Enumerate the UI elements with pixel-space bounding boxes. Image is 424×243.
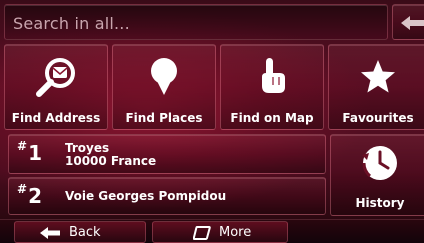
history-hash: # — [17, 182, 28, 196]
more-button[interactable]: More — [152, 221, 288, 243]
favourites-button[interactable]: Favourites — [328, 44, 424, 130]
history-button[interactable]: History — [330, 134, 424, 216]
backspace-arrow-icon — [401, 16, 424, 30]
history-hash: # — [17, 139, 28, 153]
find-on-map-button[interactable]: Find on Map — [220, 44, 324, 130]
history-number: 1 — [28, 141, 42, 165]
history-item-line2: 10000 France — [65, 154, 157, 168]
bottom-bar: Back More — [0, 219, 424, 243]
find-address-label: Find Address — [11, 111, 101, 125]
history-item-line1: Voie Georges Pompidou — [65, 189, 227, 203]
destination-menu-screen: Search in all... Find Address Find Place… — [0, 0, 424, 243]
history-item-index: #2 — [17, 182, 42, 208]
history-item-text: Troyes 10000 France — [65, 142, 156, 168]
history-item-text: Voie Georges Pompidou — [65, 190, 226, 203]
more-label: More — [219, 225, 252, 240]
find-places-button[interactable]: Find Places — [112, 44, 216, 130]
history-item-line1: Troyes — [65, 141, 110, 155]
history-item[interactable]: #1 Troyes 10000 France — [8, 134, 326, 174]
search-input[interactable]: Search in all... — [4, 4, 388, 40]
history-label: History — [355, 196, 405, 210]
favourites-label: Favourites — [342, 111, 414, 125]
back-arrow-icon — [40, 226, 60, 239]
more-button-content: More — [193, 225, 251, 240]
map-pin-icon — [151, 58, 177, 95]
back-button-content: Back — [39, 225, 101, 240]
more-square-icon — [193, 225, 211, 240]
history-item[interactable]: #2 Voie Georges Pompidou — [8, 177, 326, 215]
back-button[interactable]: Back — [14, 221, 146, 243]
find-places-label: Find Places — [125, 111, 203, 125]
star-icon — [361, 60, 395, 93]
magnifier-address-icon — [36, 58, 75, 97]
backspace-button[interactable] — [392, 4, 424, 40]
history-clock-icon — [362, 146, 397, 180]
search-placeholder: Search in all... — [13, 14, 130, 33]
history-item-index: #1 — [17, 139, 42, 165]
find-on-map-label: Find on Map — [230, 111, 314, 125]
history-number: 2 — [28, 184, 42, 208]
hand-pointer-icon — [262, 58, 285, 93]
find-address-button[interactable]: Find Address — [4, 44, 108, 130]
back-label: Back — [69, 225, 101, 240]
